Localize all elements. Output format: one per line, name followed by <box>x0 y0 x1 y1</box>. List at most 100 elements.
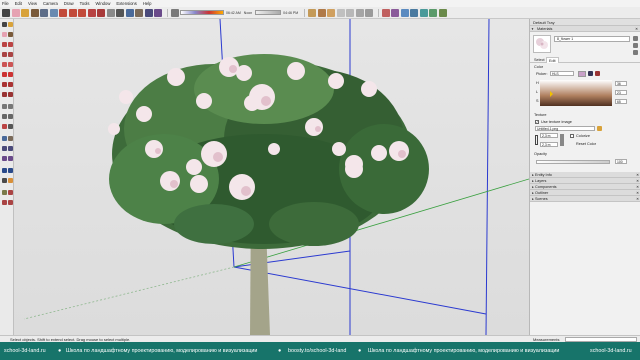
offset-icon[interactable] <box>8 92 13 97</box>
move-tool-icon[interactable] <box>68 8 77 17</box>
iso-view-icon[interactable] <box>381 8 390 17</box>
menu-edit[interactable]: Edit <box>15 1 22 6</box>
scene-canvas[interactable] <box>14 19 529 335</box>
look-around-icon[interactable] <box>2 178 7 183</box>
extension-icon[interactable] <box>8 200 13 205</box>
left-view-icon[interactable] <box>429 8 438 17</box>
model-viewport[interactable] <box>14 19 529 335</box>
scale-tool-icon[interactable] <box>87 8 96 17</box>
orbit-icon[interactable] <box>2 136 7 141</box>
hidden-line-icon[interactable] <box>336 8 345 17</box>
previous-view-icon[interactable] <box>8 156 13 161</box>
eraser-icon[interactable] <box>2 32 7 37</box>
pan-icon[interactable] <box>8 136 13 141</box>
menu-window[interactable]: Window <box>95 1 110 6</box>
warehouse-icon[interactable] <box>438 8 447 17</box>
walk-icon[interactable] <box>8 168 13 173</box>
monochrome-icon[interactable] <box>365 8 374 17</box>
color-swatch[interactable] <box>578 71 586 77</box>
select-icon[interactable] <box>2 22 7 27</box>
aspect-lock-icon[interactable] <box>535 135 538 145</box>
move-icon[interactable] <box>2 72 7 77</box>
back-view-icon[interactable] <box>419 8 428 17</box>
s-value-field[interactable]: 65 <box>615 99 627 104</box>
pencil-tool-icon[interactable] <box>30 8 39 17</box>
picker-select[interactable]: HLS <box>550 71 574 76</box>
opacity-value-field[interactable]: 100 <box>615 159 627 164</box>
front-view-icon[interactable] <box>400 8 409 17</box>
shaded-icon[interactable] <box>346 8 355 17</box>
scenes-section[interactable]: ► Scenes ✕ <box>530 196 640 202</box>
rotate-icon[interactable] <box>2 82 7 87</box>
extension-icon[interactable] <box>2 200 7 205</box>
offset-tool-icon[interactable] <box>97 8 105 17</box>
texture-width-field[interactable]: 2,3 m <box>540 133 558 138</box>
xray-style-icon[interactable] <box>308 8 317 17</box>
sandbox-icon[interactable] <box>2 190 7 195</box>
paint-bucket-icon[interactable] <box>21 8 29 17</box>
menu-extensions[interactable]: Extensions <box>116 1 136 6</box>
sample-paint-icon[interactable] <box>633 50 638 55</box>
axes-icon[interactable] <box>2 124 7 129</box>
browse-folder-icon[interactable] <box>597 126 602 131</box>
zoom-tool-icon[interactable] <box>144 8 153 17</box>
shadow-time-slider[interactable] <box>255 10 282 15</box>
l-value-field[interactable]: 23 <box>615 90 627 95</box>
shadow-date-slider[interactable] <box>180 10 224 15</box>
position-camera-icon[interactable] <box>2 168 7 173</box>
arc-icon[interactable] <box>8 42 13 47</box>
circle-icon[interactable] <box>2 62 7 67</box>
texture-file-field[interactable]: Untitled-1.png <box>535 126 595 131</box>
material-name-input[interactable]: 8_flower 1 <box>554 36 630 42</box>
opacity-slider[interactable] <box>536 160 610 164</box>
orbit-tool-icon[interactable] <box>125 8 134 17</box>
pan-tool-icon[interactable] <box>135 8 143 17</box>
texture-height-field[interactable]: 2,3 m <box>540 142 558 147</box>
paint-icon[interactable] <box>8 22 13 27</box>
rectangle-icon[interactable] <box>2 52 7 57</box>
rectangle-tool-icon[interactable] <box>40 8 48 17</box>
menu-view[interactable]: View <box>28 1 37 6</box>
line-icon[interactable] <box>8 32 13 37</box>
default-material-icon[interactable] <box>633 36 638 41</box>
eraser-tool-icon[interactable] <box>11 8 20 17</box>
colorize-checkbox[interactable] <box>570 134 574 138</box>
top-view-icon[interactable] <box>391 8 400 17</box>
zoom-extents-icon[interactable] <box>154 8 162 17</box>
menu-tools[interactable]: Tools <box>80 1 90 6</box>
menu-help[interactable]: Help <box>143 1 152 6</box>
3dtext-icon[interactable] <box>8 124 13 129</box>
text-tool-icon[interactable] <box>116 8 124 17</box>
close-icon[interactable]: ✕ <box>636 196 639 202</box>
circle-tool-icon[interactable] <box>49 8 58 17</box>
text-icon[interactable] <box>8 114 13 119</box>
eyedropper-icon[interactable] <box>588 71 593 76</box>
protractor-icon[interactable] <box>2 114 7 119</box>
pie-icon[interactable] <box>8 62 13 67</box>
zoom-extents-icon[interactable] <box>2 156 7 161</box>
rotate-tool-icon[interactable] <box>78 8 86 17</box>
zoom-icon[interactable] <box>2 146 7 151</box>
tape-measure-icon[interactable] <box>106 8 115 17</box>
tape-icon[interactable] <box>2 104 7 109</box>
section-plane-icon[interactable] <box>8 178 13 183</box>
back-edges-icon[interactable] <box>317 8 326 17</box>
use-texture-checkbox[interactable]: ✓ <box>535 120 539 124</box>
menu-file[interactable]: File <box>2 1 9 6</box>
dimension-icon[interactable] <box>8 104 13 109</box>
swap-icon[interactable] <box>560 134 564 146</box>
pushpull-icon[interactable] <box>8 72 13 77</box>
menu-camera[interactable]: Camera <box>43 1 58 6</box>
create-material-icon[interactable] <box>633 43 638 48</box>
select-tool-icon[interactable] <box>2 8 10 17</box>
followme-icon[interactable] <box>8 82 13 87</box>
push-pull-icon[interactable] <box>59 8 67 17</box>
scale-icon[interactable] <box>2 92 7 97</box>
shadows-toggle-icon[interactable] <box>170 8 179 17</box>
shaded-textures-icon[interactable] <box>355 8 364 17</box>
right-view-icon[interactable] <box>410 8 419 17</box>
reset-color-label[interactable]: Reset Color <box>576 142 596 146</box>
menu-draw[interactable]: Draw <box>64 1 74 6</box>
wireframe-icon[interactable] <box>327 8 336 17</box>
polygon-icon[interactable] <box>8 52 13 57</box>
